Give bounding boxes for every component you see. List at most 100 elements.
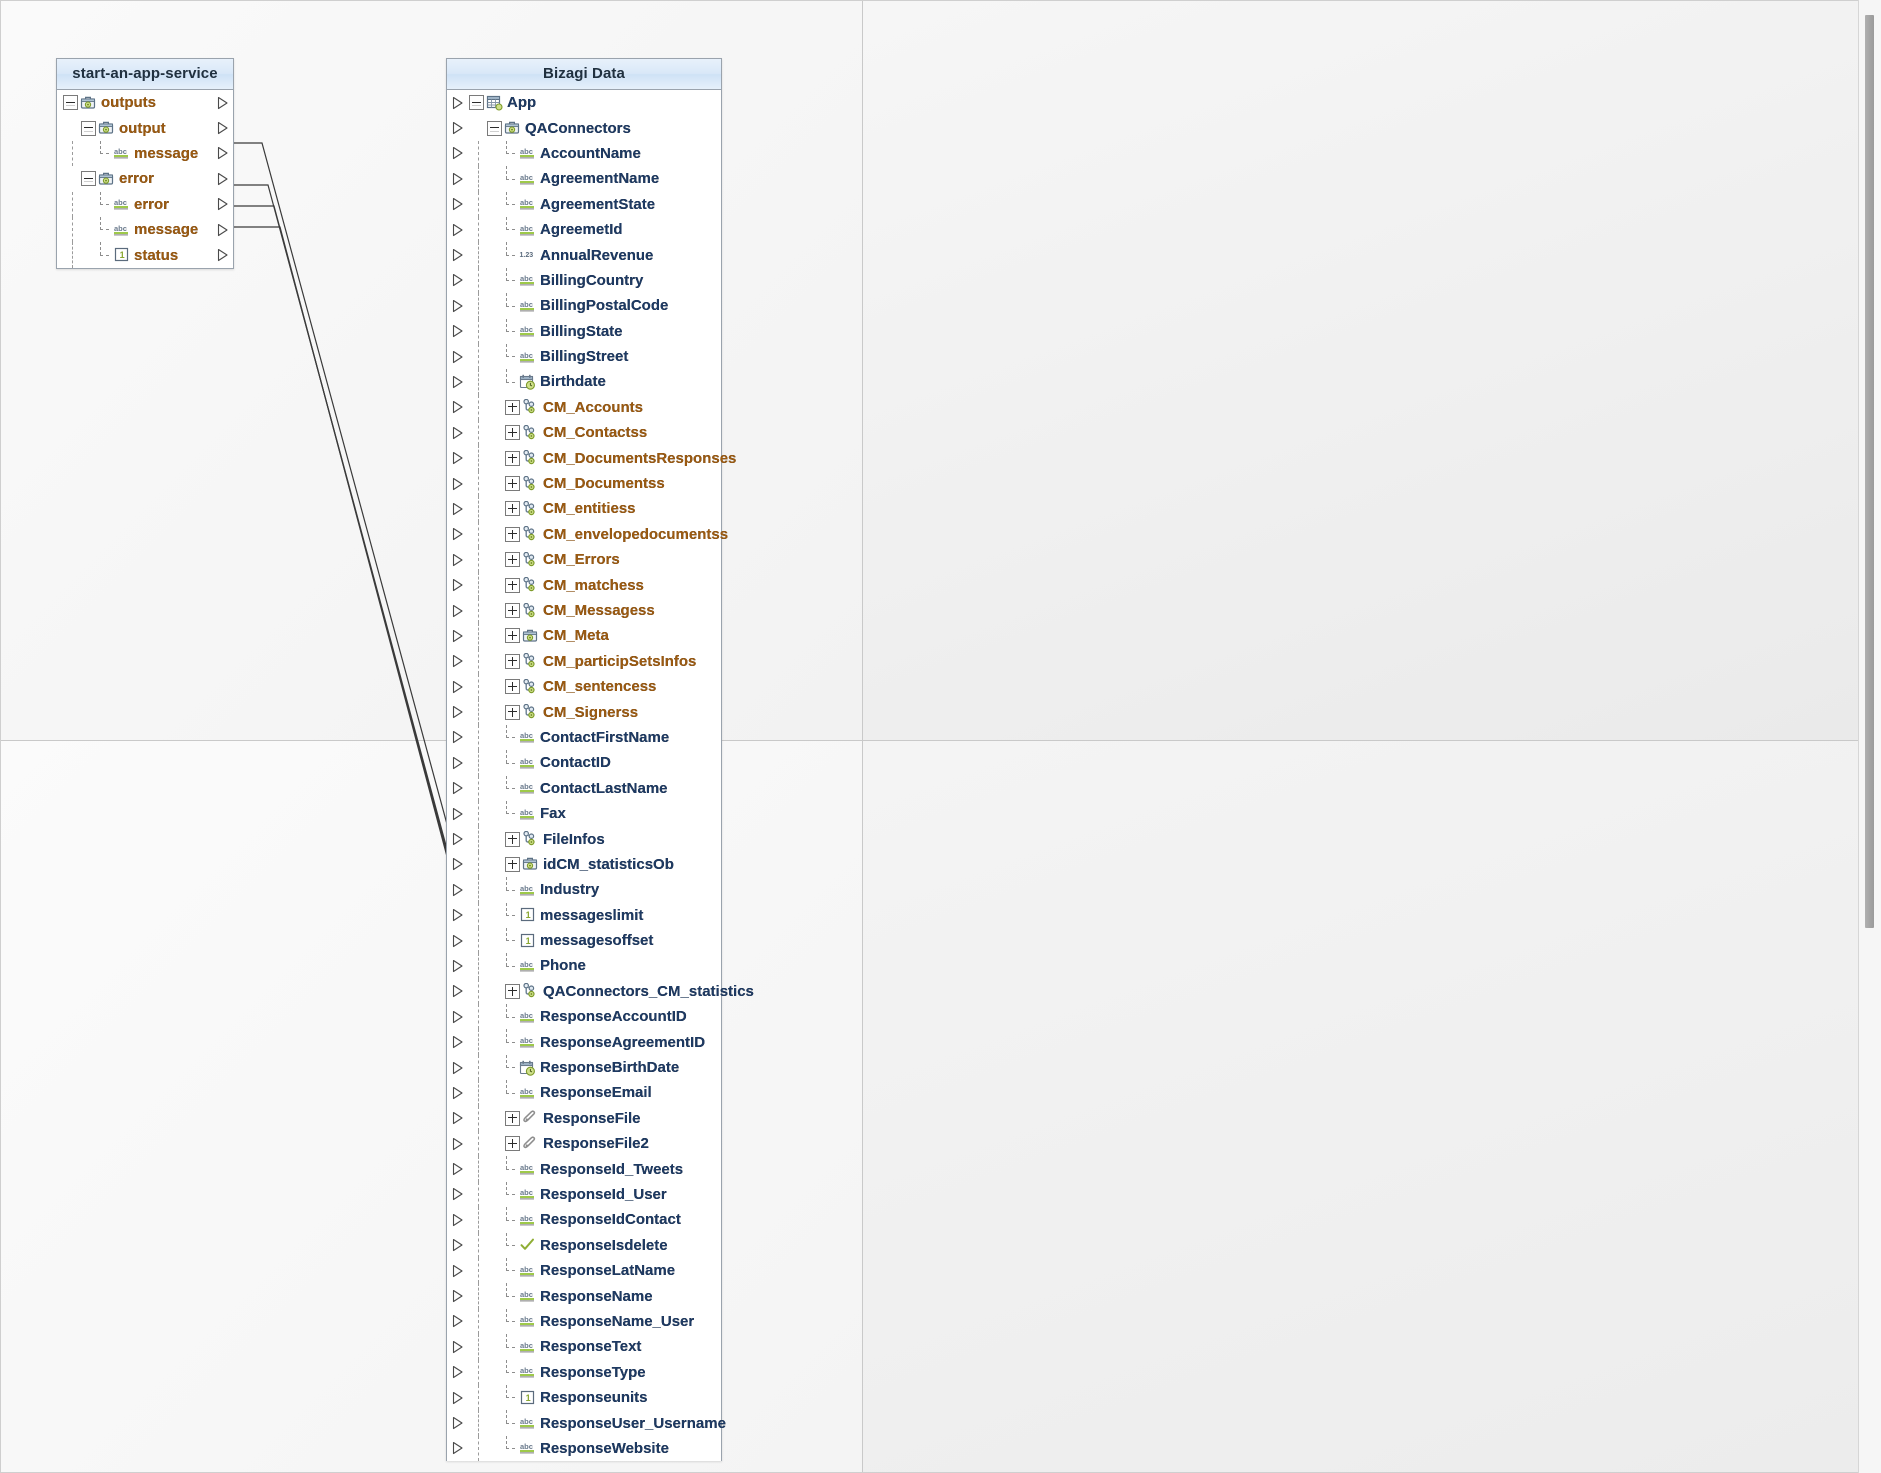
tree-row[interactable]: abc ResponseName_User [447,1308,721,1335]
tree-row[interactable]: abc BillingPostalCode [447,293,721,319]
collapse-toggle-icon[interactable] [81,120,96,136]
expand-toggle-icon[interactable] [505,628,520,644]
tree-row[interactable]: abc Phone [447,953,721,980]
tree-row[interactable]: CM_Accounts [447,394,721,421]
connector-arrow-icon[interactable] [451,121,465,135]
connector-arrow-icon[interactable] [451,807,465,821]
tree-row[interactable]: 1 messageslimit [447,902,721,929]
expand-toggle-icon[interactable] [505,450,520,466]
connector-arrow-icon[interactable] [451,375,465,389]
connector-arrow-icon[interactable] [451,197,465,211]
tree-row[interactable]: outputs [57,90,233,115]
tree-row[interactable]: abc BillingState [447,318,721,345]
connector-arrow-icon[interactable] [451,984,465,998]
tree-row[interactable]: abc ResponseText [447,1334,721,1360]
connector-arrow-icon[interactable] [451,1289,465,1303]
tree-row[interactable]: abc BillingStreet [447,343,721,370]
collapse-toggle-icon[interactable] [487,120,502,136]
tree-row[interactable]: FileInfos [447,826,721,853]
tree-row[interactable]: App [447,90,721,115]
connector-arrow-icon[interactable] [451,527,465,541]
vertical-scrollbar[interactable] [1858,0,1881,1473]
connector-arrow-icon[interactable] [451,654,465,668]
connector-arrow-icon[interactable] [451,680,465,694]
tree-row[interactable]: ResponseIsdelete [447,1232,721,1259]
tree-row[interactable]: 1.23 AnnualRevenue [447,242,721,269]
collapse-toggle-icon[interactable] [81,171,96,187]
connector-arrow-icon[interactable] [451,1010,465,1024]
connector-arrow-icon[interactable] [451,324,465,338]
connector-arrow-icon[interactable] [451,273,465,287]
expand-toggle-icon[interactable] [505,476,520,492]
connector-arrow-icon[interactable] [451,934,465,948]
tree-row[interactable]: CM_envelopedocumentss [447,521,728,548]
tree-row[interactable]: abc ResponseType [447,1359,721,1386]
tree-row[interactable]: CM_DocumentsResponses [447,445,736,472]
tree-row[interactable]: 1 Responseunits [447,1384,721,1411]
tree-row[interactable]: abc ResponseWebsite [447,1435,721,1462]
connector-arrow-icon[interactable] [216,96,230,110]
connector-arrow-icon[interactable] [451,756,465,770]
collapse-toggle-icon[interactable] [469,95,484,111]
connector-arrow-icon[interactable] [451,172,465,186]
tree-row[interactable]: CM_Meta [447,623,721,649]
tree-row[interactable]: abc ResponseId_User [447,1181,721,1208]
tree-row[interactable]: abc ResponseAccountID [447,1004,721,1030]
bizagi-data-panel[interactable]: Bizagi Data App QAConnectors abc AccountNam… [446,58,754,1462]
tree-row[interactable]: abc ResponseLatName [447,1257,721,1284]
connector-arrow-icon[interactable] [451,1441,465,1455]
tree-row[interactable]: idCM_statisticsOb [447,851,721,878]
tree-row[interactable]: CM_Signerss [447,699,721,726]
start-an-app-service-panel[interactable]: start-an-app-service outputs output abc mes… [56,58,234,269]
connector-arrow-icon[interactable] [451,959,465,973]
tree-row[interactable]: abc AgreementName [447,166,721,192]
connector-arrow-icon[interactable] [451,1416,465,1430]
connector-arrow-icon[interactable] [451,578,465,592]
tree-row[interactable]: QAConnectors [447,115,721,140]
connector-arrow-icon[interactable] [451,146,465,160]
tree-row[interactable]: abc Industry [447,877,721,903]
connector-arrow-icon[interactable] [451,1264,465,1278]
tree-row[interactable]: CM_Documentss [447,470,721,497]
tree-row[interactable]: abc BillingCountry [447,267,721,294]
connector-arrow-icon[interactable] [216,146,230,160]
tree-row[interactable]: abc message [57,140,233,167]
connector-arrow-icon[interactable] [451,502,465,516]
connector-arrow-icon[interactable] [216,172,230,186]
tree-row[interactable]: CM_matchess [447,572,721,599]
tree-row[interactable]: ResponseFile2 [447,1131,721,1157]
connector-arrow-icon[interactable] [451,1162,465,1176]
tree-row[interactable]: CM_participSetsInfos [447,648,721,675]
tree-row[interactable]: CM_Contactss [447,420,721,446]
expand-toggle-icon[interactable] [505,856,520,872]
tree-row[interactable]: abc AgreementState [447,191,721,218]
tree-row[interactable]: abc ResponseUser_Username [447,1410,726,1437]
expand-toggle-icon[interactable] [505,704,520,720]
connector-arrow-icon[interactable] [451,1187,465,1201]
tree-row[interactable]: CM_sentencess [447,673,721,700]
tree-row[interactable]: CM_Errors [447,547,721,573]
tree-row[interactable]: abc ResponseId_Tweets [447,1156,721,1183]
connector-arrow-icon[interactable] [451,248,465,262]
tree-row[interactable]: output [57,115,233,140]
connector-arrow-icon[interactable] [451,604,465,618]
connector-arrow-icon[interactable] [451,1238,465,1252]
connector-arrow-icon[interactable] [451,1213,465,1227]
connector-arrow-icon[interactable] [451,223,465,237]
connector-arrow-icon[interactable] [216,197,230,211]
tree-row[interactable]: ResponseBirthDate [447,1054,721,1081]
connector-arrow-icon[interactable] [451,426,465,440]
expand-toggle-icon[interactable] [505,526,520,542]
expand-toggle-icon[interactable] [505,653,520,669]
connector-arrow-icon[interactable] [451,477,465,491]
tree-row[interactable]: abc Fax [447,800,721,827]
connector-arrow-icon[interactable] [451,299,465,313]
connector-arrow-icon[interactable] [451,350,465,364]
expand-toggle-icon[interactable] [505,577,520,593]
connector-arrow-icon[interactable] [451,781,465,795]
connector-arrow-icon[interactable] [451,451,465,465]
tree-row[interactable]: abc ResponseEmail [447,1080,721,1107]
tree-row[interactable]: CM_Messagess [447,597,721,624]
connector-arrow-icon[interactable] [451,629,465,643]
tree-row[interactable]: abc ContactLastName [447,775,721,802]
